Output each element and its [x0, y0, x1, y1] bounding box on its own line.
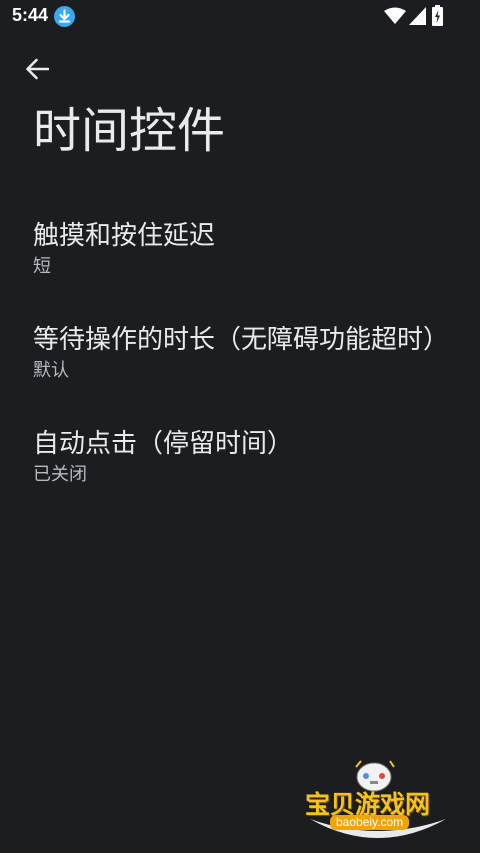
- watermark-logo: 宝贝游戏网 baobeiy.com: [300, 755, 450, 847]
- page-title: 时间控件: [33, 103, 226, 159]
- setting-summary: 默认: [33, 360, 69, 381]
- arrow-left-icon: [26, 58, 49, 80]
- watermark-url: baobeiy.com: [330, 815, 410, 830]
- setting-title: 触摸和按住延迟: [33, 221, 216, 251]
- status-time: 5:44: [12, 5, 49, 25]
- battery-charging-icon: [432, 5, 443, 26]
- wifi-icon: [384, 7, 406, 24]
- setting-touch-and-hold-delay[interactable]: 触摸和按住延迟 短: [0, 207, 480, 311]
- setting-title: 等待操作的时长（无障碍功能超时）: [33, 325, 450, 355]
- cell-signal-icon: [409, 7, 426, 25]
- setting-title: 自动点击（停留时间）: [33, 429, 294, 459]
- back-button[interactable]: [18, 50, 56, 88]
- setting-autoclick-dwell-timing[interactable]: 自动点击（停留时间） 已关闭: [0, 415, 480, 519]
- download-icon: [54, 6, 75, 27]
- setting-summary: 短: [33, 256, 51, 277]
- status-bar: 5:44: [0, 0, 480, 34]
- setting-summary: 已关闭: [33, 464, 87, 485]
- setting-time-to-take-action[interactable]: 等待操作的时长（无障碍功能超时） 默认: [0, 311, 480, 415]
